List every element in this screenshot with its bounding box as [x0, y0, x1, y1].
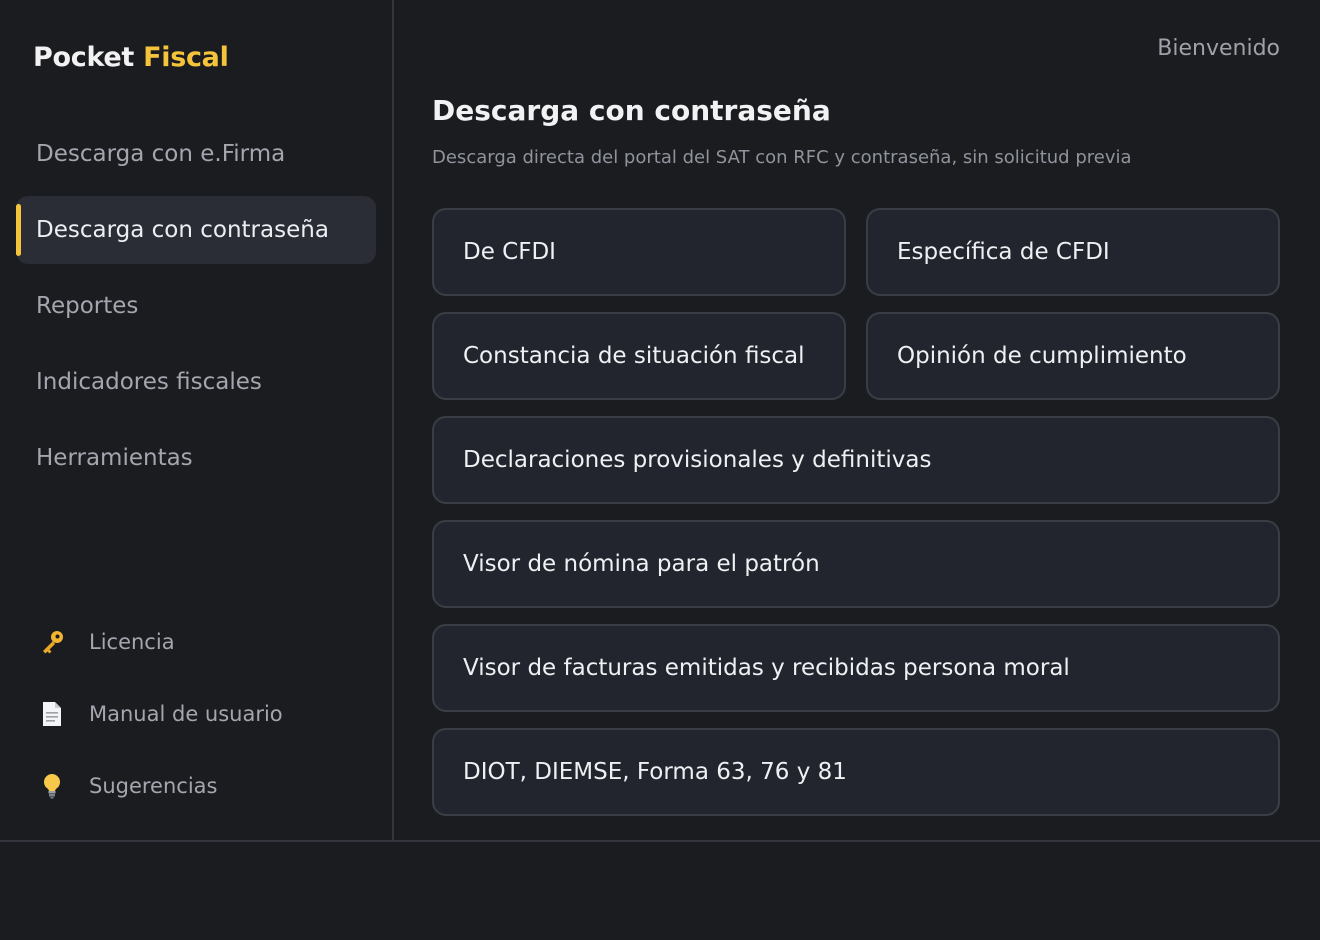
option-label: Visor de nómina para el patrón [463, 551, 820, 577]
manual-link[interactable]: Manual de usuario [38, 678, 283, 750]
option-diot-diemse[interactable]: DIOT, DIEMSE, Forma 63, 76 y 81 [432, 728, 1280, 816]
sidebar: Pocket Fiscal Descarga con e.Firma Desca… [0, 0, 394, 840]
document-icon [38, 700, 66, 728]
option-label: De CFDI [463, 239, 556, 265]
sidebar-item-label: Indicadores fiscales [36, 369, 262, 395]
option-label: Específica de CFDI [897, 239, 1110, 265]
option-label: DIOT, DIEMSE, Forma 63, 76 y 81 [463, 759, 847, 785]
option-label: Declaraciones provisionales y definitiva… [463, 447, 932, 473]
sidebar-item-descarga-contrasena[interactable]: Descarga con contraseña [16, 196, 376, 264]
suggestions-link[interactable]: Sugerencias [38, 750, 283, 822]
brand-fiscal: Fiscal [143, 42, 229, 73]
page-title: Descarga con contraseña [432, 94, 831, 127]
brand-pocket: Pocket [33, 42, 134, 73]
option-opinion-cumplimiento[interactable]: Opinión de cumplimiento [866, 312, 1280, 400]
sidebar-item-label: Herramientas [36, 445, 193, 471]
lightbulb-icon [38, 772, 66, 800]
option-de-cfdi[interactable]: De CFDI [432, 208, 846, 296]
page-subtitle: Descarga directa del portal del SAT con … [432, 147, 1132, 168]
welcome-text: Bienvenido [1157, 36, 1280, 61]
option-especifica-cfdi[interactable]: Específica de CFDI [866, 208, 1280, 296]
option-constancia-situacion-fiscal[interactable]: Constancia de situación fiscal [432, 312, 846, 400]
option-label: Opinión de cumplimiento [897, 343, 1187, 369]
sidebar-item-descarga-efirma[interactable]: Descarga con e.Firma [16, 120, 376, 188]
option-label: Visor de facturas emitidas y recibidas p… [463, 655, 1070, 681]
app-logo: Pocket Fiscal [33, 42, 229, 73]
option-label: Constancia de situación fiscal [463, 343, 805, 369]
sidebar-item-label: Descarga con e.Firma [36, 141, 286, 167]
status-divider [0, 840, 1320, 842]
sidebar-item-herramientas[interactable]: Herramientas [16, 424, 376, 492]
option-declaraciones[interactable]: Declaraciones provisionales y definitiva… [432, 416, 1280, 504]
suggestions-label: Sugerencias [89, 774, 218, 798]
option-visor-nomina[interactable]: Visor de nómina para el patrón [432, 520, 1280, 608]
manual-label: Manual de usuario [89, 702, 283, 726]
app-window: Pocket Fiscal Descarga con e.Firma Desca… [0, 0, 1320, 940]
license-label: Licencia [89, 630, 175, 654]
key-icon [38, 628, 66, 656]
license-link[interactable]: Licencia [38, 606, 283, 678]
sidebar-item-label: Descarga con contraseña [36, 217, 329, 243]
sidebar-item-label: Reportes [36, 293, 139, 319]
sidebar-nav: Descarga con e.Firma Descarga con contra… [16, 120, 376, 500]
option-visor-facturas[interactable]: Visor de facturas emitidas y recibidas p… [432, 624, 1280, 712]
sidebar-footer: Licencia Manual de usuario Sugerencias [38, 606, 283, 822]
sidebar-item-indicadores[interactable]: Indicadores fiscales [16, 348, 376, 416]
sidebar-item-reportes[interactable]: Reportes [16, 272, 376, 340]
